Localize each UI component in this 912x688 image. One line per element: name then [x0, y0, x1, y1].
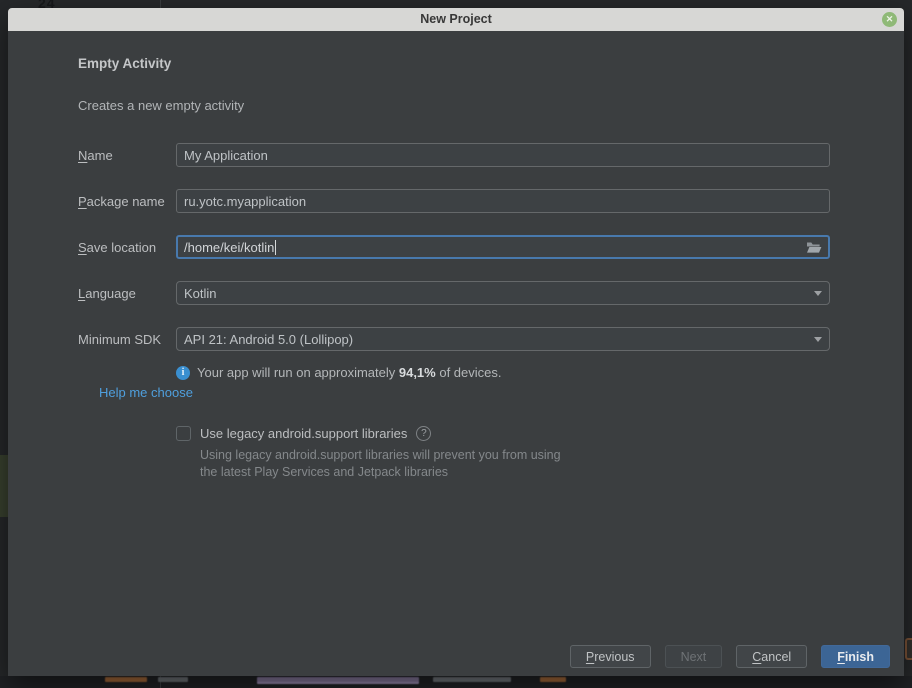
language-dropdown[interactable]: Kotlin	[176, 281, 830, 305]
sdk-info-text: Your app will run on approximately 94,1%…	[197, 365, 502, 380]
close-icon[interactable]: ✕	[882, 12, 897, 27]
new-project-dialog: New Project ✕ Empty Activity Creates a n…	[8, 8, 904, 676]
name-input[interactable]: My Application	[176, 143, 830, 167]
language-row: Language Kotlin	[78, 281, 904, 305]
save-location-input[interactable]: /home/kei/kotlin	[176, 235, 830, 259]
legacy-support-block: Use legacy android.support libraries ? U…	[176, 426, 904, 482]
legacy-support-help-text: Using legacy android.support libraries w…	[200, 447, 904, 482]
info-icon: i	[176, 366, 190, 380]
browse-folder-button[interactable]	[806, 241, 822, 254]
legacy-support-row: Use legacy android.support libraries ?	[176, 426, 904, 441]
device-percentage: 94,1%	[399, 365, 436, 380]
package-name-row: Package name ru.yotc.myapplication	[78, 189, 904, 213]
minimum-sdk-row: Minimum SDK API 21: Android 5.0 (Lollipo…	[78, 327, 904, 351]
background-scrollbar-fragment	[0, 455, 8, 517]
dialog-body: Empty Activity Creates a new empty activ…	[8, 31, 904, 676]
help-icon[interactable]: ?	[416, 426, 431, 441]
text-caret	[275, 240, 276, 255]
name-row: Name My Application	[78, 143, 904, 167]
cancel-button[interactable]: Cancel	[736, 645, 807, 668]
code-fragment	[158, 677, 188, 682]
page-title: Empty Activity	[78, 56, 904, 71]
dialog-title: New Project	[8, 8, 904, 31]
background-divider	[160, 0, 161, 8]
next-button: Next	[665, 645, 723, 668]
sdk-info-block: i Your app will run on approximately 94,…	[176, 365, 904, 380]
legacy-support-checkbox[interactable]	[176, 426, 191, 441]
package-name-label: Package name	[78, 194, 176, 209]
save-location-row: Save location /home/kei/kotlin	[78, 235, 904, 259]
language-label: Language	[78, 286, 176, 301]
help-me-choose-link[interactable]: Help me choose	[99, 385, 193, 400]
package-name-input[interactable]: ru.yotc.myapplication	[176, 189, 830, 213]
folder-icon	[806, 241, 822, 254]
chevron-down-icon	[814, 337, 822, 342]
code-fragment	[433, 677, 511, 682]
name-label: Name	[78, 148, 176, 163]
chevron-down-icon	[814, 291, 822, 296]
background-widget-fragment	[905, 638, 912, 660]
previous-button[interactable]: Previous	[570, 645, 651, 668]
background-code-editor-sliver	[0, 676, 912, 688]
legacy-support-label: Use legacy android.support libraries	[200, 426, 407, 441]
page-description: Creates a new empty activity	[78, 98, 904, 113]
save-location-label: Save location	[78, 240, 176, 255]
code-fragment	[257, 677, 419, 684]
code-fragment	[105, 677, 147, 682]
dialog-button-bar: Previous Next Cancel Finish	[570, 645, 890, 668]
finish-button[interactable]: Finish	[821, 645, 890, 668]
minimum-sdk-dropdown[interactable]: API 21: Android 5.0 (Lollipop)	[176, 327, 830, 351]
dialog-titlebar[interactable]: New Project ✕	[8, 8, 904, 31]
code-fragment	[540, 677, 566, 682]
minimum-sdk-label: Minimum SDK	[78, 332, 176, 347]
